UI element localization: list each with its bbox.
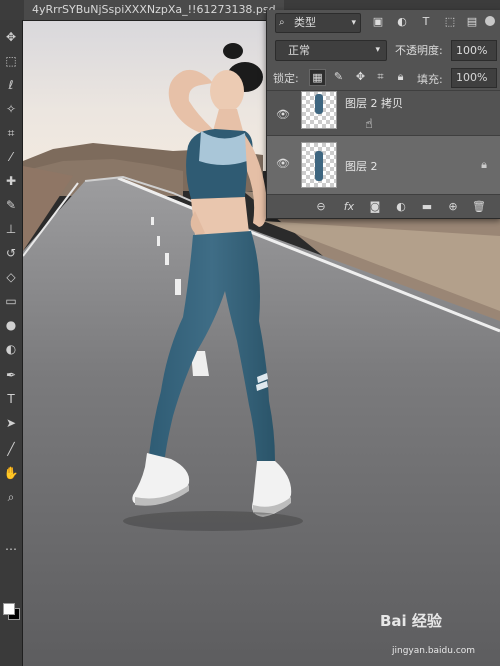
hand-tool-icon[interactable]: ✋ [2, 464, 20, 482]
link-layers-icon[interactable]: ⊖ [313, 199, 329, 215]
document-tab[interactable]: 4yRrrSYBuNjSspiXXXNzpXa_!!61273138.psd [24, 0, 284, 20]
layers-bottom-bar: ⊖ fx ◙ ◐ ▬ ⊕ 🗑︎ [267, 194, 500, 219]
filter-shape-icon[interactable]: ⬚ [443, 15, 457, 29]
new-group-icon[interactable]: ▬ [419, 199, 435, 215]
lock-transparent-pixels-icon[interactable]: ▦ [309, 69, 326, 86]
history-brush-tool-icon[interactable]: ↺ [2, 244, 20, 262]
layer-thumbnail [301, 91, 337, 129]
lasso-tool-icon[interactable]: ℓ [2, 76, 20, 94]
layers-panel: ⌕ 类型 ▾ ▣ ◐ T ⬚ ▤ 正常 ▾ 不透明度: 100% 锁定: ▦ ✎… [266, 10, 500, 219]
eraser-tool-icon[interactable]: ◇ [2, 268, 20, 286]
adjustment-layer-icon[interactable]: ◐ [393, 199, 409, 215]
filter-pixel-icon[interactable]: ▣ [371, 15, 385, 29]
chevron-down-icon: ▾ [375, 45, 380, 55]
more-tools-icon[interactable]: ⋯ [2, 540, 20, 558]
search-icon: ⌕ [279, 17, 285, 28]
lock-position-icon[interactable]: ✥ [353, 69, 368, 84]
layer-style-fx-icon[interactable]: fx [341, 199, 357, 215]
layer-name[interactable]: 图层 2 拷贝 [345, 95, 403, 111]
type-tool-icon[interactable]: T [2, 390, 20, 408]
filter-type-icon[interactable]: T [419, 15, 433, 29]
foreground-color-swatch[interactable] [3, 603, 15, 615]
crop-tool-icon[interactable]: ⌗ [2, 124, 20, 142]
lock-all-icon[interactable]: 🔒︎ [393, 69, 408, 84]
healing-brush-tool-icon[interactable]: ✚ [2, 172, 20, 190]
line-tool-icon[interactable]: ╱ [2, 440, 20, 458]
path-selection-tool-icon[interactable]: ➤ [2, 414, 20, 432]
opacity-field[interactable]: 100% [451, 40, 497, 61]
fill-label: 填充: [417, 73, 443, 86]
watermark-url: jingyan.baidu.com [392, 646, 476, 656]
lock-label: 锁定: [273, 72, 299, 85]
blend-mode-select[interactable]: 正常 ▾ [275, 40, 387, 61]
eyedropper-tool-icon[interactable]: ⁄ [2, 148, 20, 166]
clone-stamp-tool-icon[interactable]: ⊥ [2, 220, 20, 238]
lock-row: 锁定: ▦ ✎ ✥ ⌗ 🔒︎ 填充: 100% [267, 66, 500, 88]
layer-name[interactable]: 图层 2 [345, 158, 378, 174]
layer-row[interactable]: 👁︎ 图层 2 拷贝 ☝ [267, 90, 500, 135]
layer-filter-row: ⌕ 类型 ▾ ▣ ◐ T ⬚ ▤ [267, 10, 500, 36]
layer-thumbnail [301, 142, 337, 188]
cursor-hand-icon: ☝ [365, 117, 373, 132]
layer-row-selected[interactable]: 👁︎ 图层 2 🔒︎ [267, 135, 500, 194]
filter-adjustment-icon[interactable]: ◐ [395, 15, 409, 29]
fill-field[interactable]: 100% [451, 68, 497, 88]
lock-image-pixels-icon[interactable]: ✎ [331, 69, 346, 84]
brush-tool-icon[interactable]: ✎ [2, 196, 20, 214]
layer-kind-filter[interactable]: ⌕ 类型 ▾ [275, 13, 361, 33]
tools-panel: ✥ ⬚ ℓ ✧ ⌗ ⁄ ✚ ✎ ⊥ ↺ ◇ ▭ ● ◐ ✒ T ➤ ╱ ✋ ⌕ ⋯ [0, 20, 23, 666]
filter-smart-object-icon[interactable]: ▤ [465, 15, 479, 29]
dodge-tool-icon[interactable]: ◐ [2, 340, 20, 358]
move-tool-icon[interactable]: ✥ [2, 28, 20, 46]
blend-mode-label: 正常 [288, 44, 310, 57]
layer-kind-label: 类型 [294, 16, 316, 29]
marquee-tool-icon[interactable]: ⬚ [2, 52, 20, 70]
gradient-tool-icon[interactable]: ▭ [2, 292, 20, 310]
filter-toggle-icon[interactable] [485, 16, 495, 26]
delete-layer-icon[interactable]: 🗑︎ [471, 199, 487, 215]
visibility-eye-icon[interactable]: 👁︎ [275, 107, 291, 123]
lock-artboard-icon[interactable]: ⌗ [373, 69, 388, 84]
layer-lock-icon: 🔒︎ [481, 158, 487, 171]
new-layer-icon[interactable]: ⊕ [445, 199, 461, 215]
zoom-tool-icon[interactable]: ⌕ [2, 488, 20, 506]
visibility-eye-icon[interactable]: 👁︎ [275, 156, 291, 172]
add-mask-icon[interactable]: ◙ [367, 199, 383, 215]
baidu-jingyan-watermark: Bai 经验 [380, 612, 442, 630]
opacity-label: 不透明度: [395, 44, 443, 57]
magic-wand-tool-icon[interactable]: ✧ [2, 100, 20, 118]
pen-tool-icon[interactable]: ✒ [2, 366, 20, 384]
blur-tool-icon[interactable]: ● [2, 316, 20, 334]
chevron-down-icon: ▾ [351, 18, 356, 28]
